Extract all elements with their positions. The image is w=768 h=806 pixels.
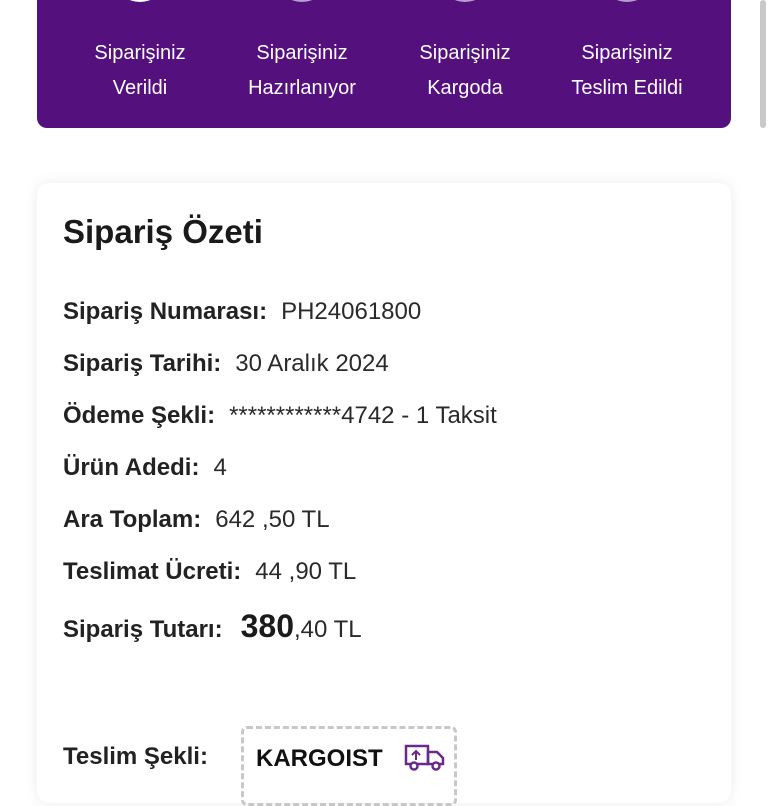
item-count-row: Ürün Adedi: 4 [63,454,227,482]
payment-label: Ödeme Şekli: [63,402,216,429]
step-4-label-line2: Teslim Edildi [571,77,683,99]
step-3-label-line2: Kargoda [427,77,503,99]
step-3-label-line1: Siparişiniz [419,42,511,64]
step-1-label-line1: Siparişiniz [94,42,186,64]
step-1-circle: 1 [118,0,162,2]
payment-row: Ödeme Şekli: ************4742 - 1 Taksit [63,402,497,430]
shipping-fee-row: Teslimat Ücreti: 44 ,90 TL [63,558,356,586]
order-date-row: Sipariş Tarihi: 30 Aralık 2024 [63,350,389,378]
subtotal-label: Ara Toplam: [63,506,202,533]
order-number-label: Sipariş Numarası: [63,298,268,325]
step-3-circle: 3 [443,0,487,2]
order-progress-panel: 1 Siparişiniz Verildi 2 Siparişiniz Hazı… [37,0,731,128]
step-1-label-line2: Verildi [112,77,168,99]
order-number-row: Sipariş Numarası: PH24061800 [63,298,421,326]
step-2-label-line1: Siparişiniz [256,42,348,64]
order-total-main: 380 [240,608,294,644]
subtotal-row: Ara Toplam: 642 ,50 TL [63,506,330,534]
subtotal-value: 642 ,50 TL [215,506,330,533]
step-4-label-line1: Siparişiniz [581,42,673,64]
payment-value: ************4742 - 1 Taksit [229,402,497,429]
order-summary-card: Sipariş Özeti Sipariş Numarası: PH2406180… [37,183,731,806]
step-2-circle: 2 [280,0,324,2]
shipping-fee-value: 44 ,90 TL [255,558,357,585]
order-total-row: Sipariş Tutarı: 380,40 TL [63,608,362,645]
order-total-fraction: ,40 TL [293,616,362,643]
step-4-circle: 4 [605,0,649,2]
carrier-name: KARGOIST [256,745,383,772]
truck-icon [404,743,446,778]
item-count-value: 4 [213,454,227,481]
delivery-row: Teslim Şekli: [63,743,208,771]
order-date-value: 30 Aralık 2024 [235,350,389,377]
shipping-fee-label: Teslimat Ücreti: [63,558,242,585]
delivery-label: Teslim Şekli: [63,743,208,770]
item-count-label: Ürün Adedi: [63,454,200,481]
step-2-label-line2: Hazırlanıyor [248,77,356,99]
order-number-value: PH24061800 [281,298,422,325]
order-date-label: Sipariş Tarihi: [63,350,222,377]
page-scrollbar[interactable] [760,0,766,128]
order-total-label: Sipariş Tutarı: [63,616,223,643]
carrier-box: KARGOIST [241,726,457,806]
summary-title: Sipariş Özeti [63,213,263,250]
